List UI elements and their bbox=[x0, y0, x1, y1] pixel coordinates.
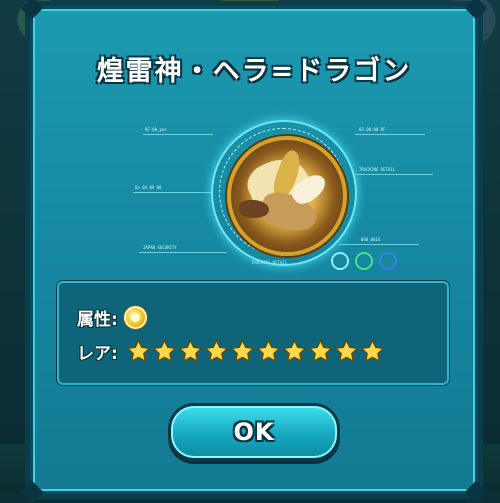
monster-name: 煌雷神・ヘラ=ドラゴン bbox=[96, 56, 412, 87]
hud-line bbox=[139, 252, 227, 253]
hud-text: 008_0016 bbox=[361, 237, 381, 242]
monster-detail-dialog: 煌雷神・ヘラ=ドラゴン RF-08_pos 03 00:00 RF TRACKI… bbox=[20, 0, 488, 503]
rarity-label: レア: bbox=[77, 344, 118, 364]
star-icon bbox=[230, 339, 254, 362]
monster-info-panel: 属性: レア: bbox=[57, 281, 449, 385]
hud-text: JAPAN SECURITY bbox=[143, 245, 177, 250]
attribute-label: 属性: bbox=[77, 310, 118, 330]
star-icon bbox=[178, 339, 202, 362]
star-icon bbox=[204, 339, 228, 362]
monster-portrait bbox=[227, 136, 347, 256]
star-icon bbox=[282, 339, 306, 362]
star-icon bbox=[126, 339, 150, 362]
hud-line bbox=[355, 134, 425, 135]
star-icon bbox=[308, 339, 332, 362]
rarity-stars bbox=[126, 339, 386, 364]
star-icon bbox=[334, 339, 358, 362]
star-icon bbox=[256, 339, 280, 362]
hud-indicator-circle bbox=[379, 252, 397, 270]
hud-indicator-circle bbox=[355, 252, 373, 270]
hud-indicator-circle bbox=[331, 252, 349, 270]
hud-text: 03 00:00 RF bbox=[359, 127, 386, 132]
hud-line bbox=[339, 244, 419, 245]
star-icon bbox=[360, 339, 384, 362]
hud-text: RF-08_pos bbox=[145, 127, 167, 132]
attribute-row: 属性: bbox=[77, 305, 147, 330]
light-attribute-icon bbox=[123, 306, 147, 329]
hud-text: TRACKING DETAIL bbox=[359, 167, 396, 172]
portrait-hud: RF-08_pos 03 00:00 RF TRACKING DETAIL Da… bbox=[133, 114, 433, 284]
hud-line bbox=[143, 134, 213, 135]
ok-button[interactable]: OK bbox=[168, 403, 340, 461]
hud-line bbox=[355, 174, 433, 175]
star-icon bbox=[152, 339, 176, 362]
ok-button-label: OK bbox=[233, 418, 275, 446]
hud-text: Da 04 09 B8 bbox=[135, 185, 162, 190]
hud-line bbox=[133, 192, 211, 193]
rarity-row: レア: bbox=[77, 339, 386, 364]
